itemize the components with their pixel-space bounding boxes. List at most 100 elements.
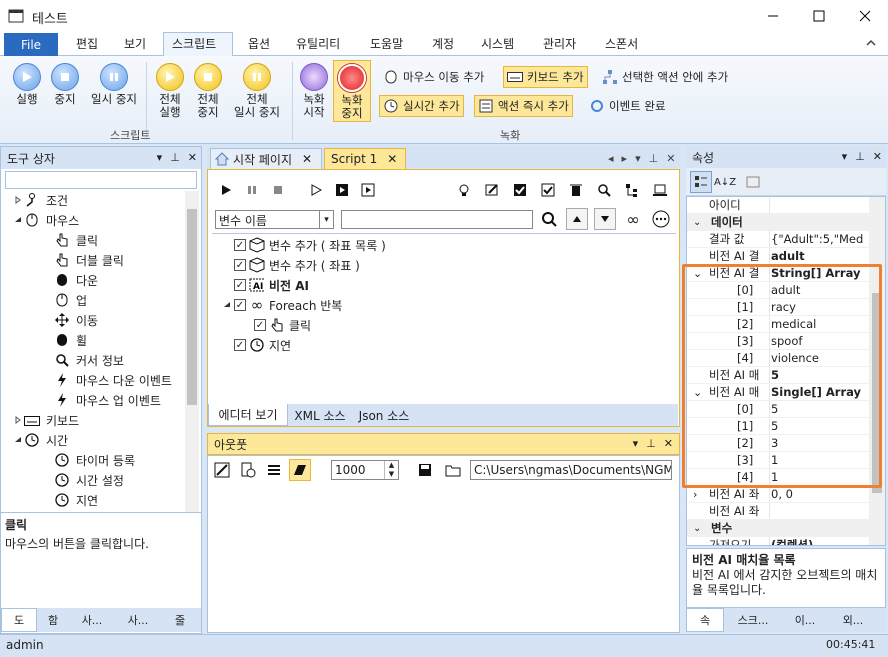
property-category[interactable]: ⌄ 데이터 [687,214,877,231]
tab-user-func[interactable]: 사... [115,608,161,632]
pause-icon[interactable] [241,179,263,201]
checkbox[interactable]: ✓ [234,239,246,251]
event-done-button[interactable]: 이벤트 완료 [586,95,669,117]
tab-json-source[interactable]: Json 소스 [352,404,416,426]
property-row[interactable]: 결과 값 {"Adult":5,"Med [687,231,877,248]
menu-sponsor[interactable]: 스폰서 [605,35,638,52]
spinner-icon[interactable]: ▲ ▼ [384,461,398,479]
add-mouse-move-button[interactable]: 마우스 이동 추가 [380,66,487,88]
chevron-down-icon[interactable]: ▾ [319,211,333,228]
dropdown-icon[interactable]: ▾ [633,437,639,450]
toolbox-item[interactable]: 마우스 다운 이벤트 [42,370,172,390]
variable-select[interactable]: 변수 이름 ▾ [215,210,334,229]
toolbox-item[interactable]: 조건 [12,190,68,210]
stop-button[interactable]: 중지 [44,63,86,106]
property-row[interactable]: 비전 AI 좌 [687,503,877,520]
menu-help[interactable]: 도움말 [370,35,403,52]
checkbox[interactable]: ✓ [234,279,246,291]
node-add-variable-list[interactable]: ✓ 변수 추가 ( 좌표 목록 ) [220,235,386,255]
stop-all-button[interactable]: 전체 중지 [188,63,228,119]
more-icon[interactable] [650,208,672,230]
categorized-icon[interactable] [690,171,712,193]
infinity-icon[interactable]: ∞ [622,208,644,230]
property-row[interactable]: 비전 AI 결 adult [687,248,877,265]
chevron-down-icon[interactable]: ⌄ [693,217,701,228]
close-icon[interactable]: ✕ [664,437,673,450]
toolbox-item[interactable]: 다운 [42,270,98,290]
move-up-button[interactable] [566,208,588,230]
tree-icon[interactable] [621,179,643,201]
stop-icon[interactable] [267,179,289,201]
menu-utility[interactable]: 유틸리티 [296,35,340,52]
menu-edit[interactable]: 편집 [76,35,98,52]
checkbox[interactable]: ✓ [234,299,246,311]
toolbox-item[interactable]: 시간 [12,430,68,450]
tab-editor-view[interactable]: 에디터 보기 [208,404,288,426]
move-down-button[interactable] [594,208,616,230]
toolbox-search-input[interactable] [5,171,197,189]
node-add-variable[interactable]: ✓ 변수 추가 ( 좌표 ) [220,255,360,275]
menu-options[interactable]: 옵션 [248,35,270,52]
add-inside-action-button[interactable]: 선택한 액션 안에 추가 [599,66,731,88]
tab-right-icon[interactable]: ▸ [622,152,628,165]
maximize-button[interactable] [796,0,842,32]
step-icon[interactable] [305,179,327,201]
dropdown-icon[interactable]: ▾ [842,150,848,163]
tab-external[interactable]: 외... [828,608,878,632]
pin-icon[interactable]: ⊥ [855,150,865,163]
tab-functions[interactable]: 함 [37,608,69,632]
pause-all-button[interactable]: 전체 일시 중지 [228,63,286,119]
expander-icon[interactable] [220,301,234,309]
search-icon[interactable] [538,208,560,230]
menu-admin[interactable]: 관리자 [543,35,576,52]
expander-icon[interactable] [12,216,24,224]
lines-icon[interactable] [263,459,285,481]
add-keyboard-button[interactable]: 키보드 추가 [503,66,588,88]
tab-toolbox[interactable]: 도 [1,608,37,632]
property-row[interactable]: › 비전 AI 좌 0, 0 [687,486,877,503]
menu-view[interactable]: 보기 [124,35,146,52]
toolbox-item[interactable]: 이동 [42,310,98,330]
edit-icon[interactable] [481,179,503,201]
run-icon[interactable] [215,179,237,201]
checkbox[interactable]: ✓ [234,339,246,351]
lightbulb-icon[interactable] [453,179,475,201]
tab-script-list[interactable]: 스크... [724,608,782,632]
delete-icon[interactable] [565,179,587,201]
tab-script-1[interactable]: Script 1 ✕ [324,148,406,169]
eraser-icon[interactable] [289,459,311,481]
close-icon[interactable]: ✕ [666,152,675,165]
toolbox-item[interactable]: 타이머 등록 [42,450,135,470]
toolbox-item[interactable]: 마우스 [12,210,79,230]
tab-properties[interactable]: 속 [686,608,724,632]
property-pages-icon[interactable] [742,171,764,193]
file-menu[interactable]: File [4,33,58,57]
variable-value-input[interactable] [341,210,533,229]
output-path-input[interactable]: C:\Users\ngmas\Documents\NGM6\ [470,460,672,480]
file-clock-icon[interactable] [237,459,259,481]
node-click[interactable]: ✓ 클릭 [240,315,311,335]
checkbox[interactable]: ✓ [234,259,246,271]
laptop-icon[interactable] [649,179,671,201]
pause-button[interactable]: 일시 중지 [86,63,142,106]
minimize-button[interactable] [750,0,796,32]
check-icon[interactable] [537,179,559,201]
toolbox-item[interactable]: 키보드 [12,410,79,430]
toolbox-item[interactable]: 시간 설정 [42,470,124,490]
add-action-instant-button[interactable]: 액션 즉시 추가 [474,95,573,117]
checkbox[interactable]: ✓ [254,319,266,331]
save-icon[interactable] [414,459,436,481]
toolbox-item[interactable]: 커서 정보 [42,350,124,370]
tab-images[interactable]: 이... [782,608,828,632]
pin-icon[interactable]: ⊥ [646,437,656,450]
run-selected-icon[interactable] [331,179,353,201]
expander-icon[interactable] [12,196,24,204]
toolbox-scrollbar[interactable] [185,191,199,513]
dropdown-icon[interactable]: ▾ [635,152,641,165]
search-icon[interactable] [593,179,615,201]
menu-account[interactable]: 계정 [432,35,454,52]
pin-icon[interactable]: ⊥ [170,151,180,164]
output-count-input[interactable]: 1000 ▲ ▼ [331,460,399,480]
tab-xml-source[interactable]: XML 소스 [288,404,352,426]
pin-icon[interactable]: ⊥ [649,152,659,165]
